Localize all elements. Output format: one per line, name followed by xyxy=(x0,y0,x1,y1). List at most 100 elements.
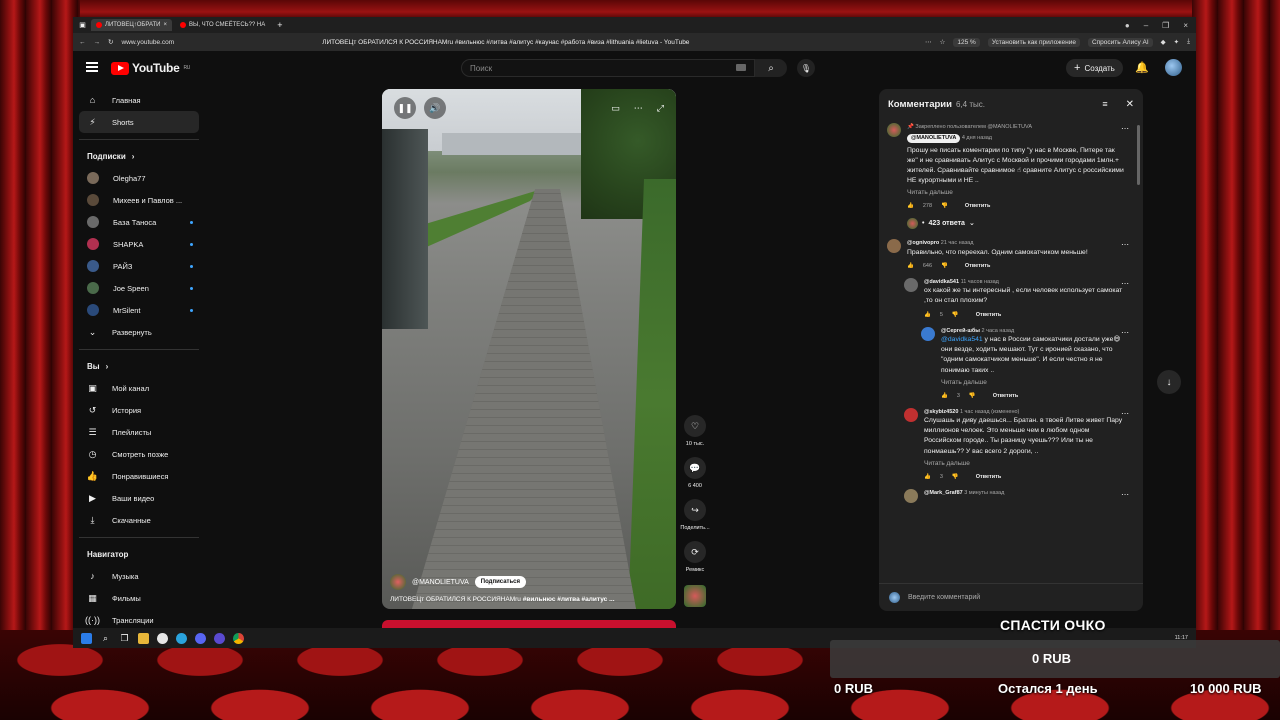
account-avatar[interactable] xyxy=(1165,59,1182,76)
video-title[interactable]: ЛИТОВЕЦт ОБРАТИЛСЯ К РОССИЯНАМru #вильню… xyxy=(390,596,668,603)
subscriptions-title[interactable]: Подписки › xyxy=(79,144,199,167)
sort-icon[interactable]: ≡ xyxy=(1102,99,1107,109)
yandex-browser-icon[interactable] xyxy=(157,632,168,644)
sidebar-item-downloads[interactable]: ⤓ Скачанные xyxy=(79,509,199,531)
minimize-icon[interactable]: – xyxy=(1144,21,1148,30)
sidebar-item-films[interactable]: ▦ Фильмы xyxy=(79,587,199,609)
sidebar-item-subscription[interactable]: База Таноса xyxy=(79,211,199,233)
reply-button[interactable]: Ответить xyxy=(965,262,990,270)
subscribe-button[interactable]: Подписаться xyxy=(474,576,526,588)
sidebar-item-my-channel[interactable]: ▣ Мой канал xyxy=(79,377,199,399)
back-icon[interactable]: ← xyxy=(79,39,86,46)
reply-button[interactable]: Ответить xyxy=(993,392,1018,400)
close-window-icon[interactable]: × xyxy=(1183,21,1188,30)
download-icon[interactable]: ⤓ xyxy=(1187,38,1190,46)
youtube-logo[interactable]: YouTube RU xyxy=(111,61,190,75)
comment-author[interactable]: @Mark_Graf87 xyxy=(924,490,963,496)
read-more-link[interactable]: Читать дальше xyxy=(941,378,1125,388)
mention-link[interactable]: @davidka541 xyxy=(941,336,983,343)
sidebar-item-home[interactable]: ⌂ Главная xyxy=(79,89,199,111)
sound-thumbnail[interactable] xyxy=(684,585,706,607)
url-field[interactable]: www.youtube.com xyxy=(121,39,174,46)
dislike-icon[interactable]: 👎 xyxy=(941,262,948,270)
task-view-icon[interactable]: ❐ xyxy=(119,633,130,644)
like-icon[interactable]: 👍 xyxy=(907,262,914,270)
comment-input[interactable]: Введите комментарий xyxy=(879,583,1143,611)
read-more-link[interactable]: Читать дальше xyxy=(907,188,1125,198)
zoom-level[interactable]: 125 % xyxy=(953,37,980,47)
comments-scrollbar[interactable] xyxy=(1137,125,1140,185)
comment-author[interactable]: @ognivopro xyxy=(907,240,939,246)
create-button[interactable]: + Создать xyxy=(1066,59,1123,77)
profile-icon[interactable]: ● xyxy=(1125,21,1130,30)
start-icon[interactable] xyxy=(81,632,92,644)
telegram-icon[interactable] xyxy=(176,632,187,644)
show-replies-button[interactable]: • 423 ответа ⌄ xyxy=(879,218,1135,230)
dislike-icon[interactable]: 👎 xyxy=(969,392,976,400)
sidebar-item-playlists[interactable]: ☰ Плейлисты xyxy=(79,421,199,443)
media-app-icon[interactable] xyxy=(214,632,225,644)
workspaces-icon[interactable]: ▣ xyxy=(77,20,88,31)
maximize-icon[interactable]: ❐ xyxy=(1162,21,1169,30)
more-vert-icon[interactable]: ⋯ xyxy=(1121,123,1129,135)
reply-button[interactable]: Ответить xyxy=(965,202,990,210)
channel-name[interactable]: @MANOLIETUVA xyxy=(412,579,469,586)
sidebar-item-history[interactable]: ↺ История xyxy=(79,399,199,421)
share-button[interactable]: ↪ xyxy=(684,499,706,521)
sidebar-item-watch-later[interactable]: ◷ Смотреть позже xyxy=(79,443,199,465)
more-vert-icon[interactable]: ⋯ xyxy=(1121,408,1129,420)
reload-icon[interactable]: ↻ xyxy=(108,38,113,46)
comment-author[interactable]: @davidka541 xyxy=(924,279,959,285)
comments-button[interactable]: 💬 xyxy=(684,457,706,479)
avatar[interactable] xyxy=(904,488,918,503)
sidebar-expand-button[interactable]: ⌄ Развернуть xyxy=(79,321,199,343)
avatar[interactable] xyxy=(904,277,918,292)
read-more-link[interactable]: Читать дальше xyxy=(924,459,1125,469)
more-vert-icon[interactable]: ⋯ xyxy=(1121,327,1129,339)
shorts-video-player[interactable]: ❚❚ 🔊 ▭ ⋯ ⤢ @MANOLIETUVA Подписаться ЛИТО… xyxy=(382,89,676,609)
bookmark-icon[interactable]: ☆ xyxy=(940,38,946,46)
sidebar-item-subscription[interactable]: SHAPKA xyxy=(79,233,199,255)
more-icon[interactable]: ⋯ xyxy=(925,38,932,46)
dislike-icon[interactable]: 👎 xyxy=(952,311,959,319)
like-icon[interactable]: 👍 xyxy=(924,473,931,481)
remix-button[interactable]: ⟳ xyxy=(684,541,706,563)
sidebar-item-subscription[interactable]: MrSilent xyxy=(79,299,199,321)
voice-search-button[interactable]: 🎙 xyxy=(797,59,815,77)
notifications-bell-icon[interactable]: 🔔 xyxy=(1135,61,1149,74)
keyboard-icon[interactable] xyxy=(736,64,746,71)
play-pause-icon[interactable]: ❚❚ xyxy=(394,97,416,119)
like-icon[interactable]: 👍 xyxy=(907,202,914,210)
like-button[interactable]: ♡ xyxy=(684,415,706,437)
search-input[interactable]: Поиск xyxy=(461,59,755,77)
captions-icon[interactable]: ▭ xyxy=(611,103,620,114)
close-icon[interactable]: ✕ xyxy=(1126,99,1134,110)
extension-icon[interactable]: ◆ xyxy=(1161,38,1166,46)
discord-icon[interactable] xyxy=(195,632,206,644)
reply-button[interactable]: Ответить xyxy=(976,473,1001,481)
sidebar-item-liked[interactable]: 👍 Понравившиеся xyxy=(79,465,199,487)
search-button[interactable]: ⌕ xyxy=(755,59,787,77)
new-tab-icon[interactable]: + xyxy=(277,20,282,30)
more-vert-icon[interactable]: ⋯ xyxy=(1121,239,1129,251)
forward-icon[interactable]: → xyxy=(94,39,101,46)
sidebar-item-your-videos[interactable]: ▶ Ваши видео xyxy=(79,487,199,509)
dislike-icon[interactable]: 👎 xyxy=(952,473,959,481)
sidebar-item-subscription[interactable]: РАЙЗ xyxy=(79,255,199,277)
comment-author[interactable]: @skybiz4520 xyxy=(924,409,958,415)
ask-alice-button[interactable]: Спросить Алису AI xyxy=(1087,37,1153,47)
more-options-icon[interactable]: ⋯ xyxy=(634,103,643,114)
install-app-button[interactable]: Установить как приложение xyxy=(987,37,1080,47)
menu-icon[interactable] xyxy=(86,62,98,72)
sidebar-item-subscription[interactable]: Михеев и Павлов ... xyxy=(79,189,199,211)
dislike-icon[interactable]: 👎 xyxy=(941,202,948,210)
channel-avatar[interactable] xyxy=(390,574,406,590)
avatar[interactable] xyxy=(921,326,935,341)
avatar[interactable] xyxy=(887,123,901,137)
you-section-title[interactable]: Вы › xyxy=(79,354,199,377)
like-icon[interactable]: 👍 xyxy=(924,311,931,319)
more-vert-icon[interactable]: ⋯ xyxy=(1121,278,1129,290)
sidebar-item-music[interactable]: ♪ Музыка xyxy=(79,565,199,587)
reply-button[interactable]: Ответить xyxy=(976,311,1001,319)
folder-icon[interactable] xyxy=(138,632,149,644)
